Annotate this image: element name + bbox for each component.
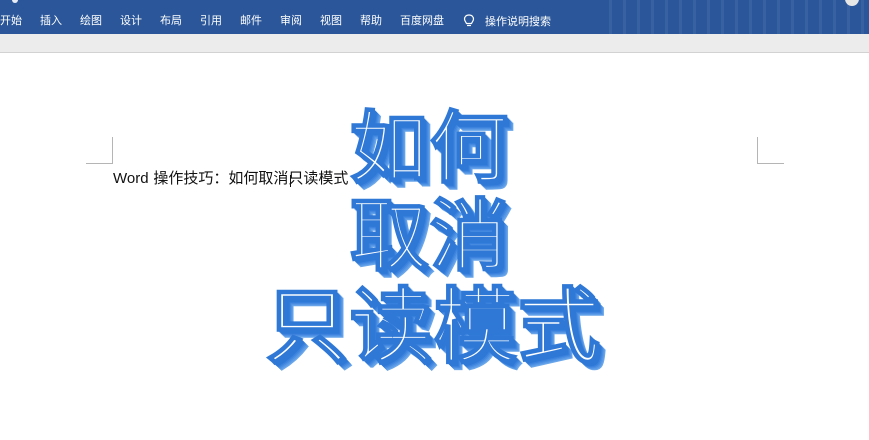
text-cursor [290,175,291,187]
tab-references[interactable]: 引用 [191,12,231,30]
tab-home[interactable]: 开始 [0,12,31,30]
margin-corner-top-right [757,137,784,164]
margin-corner-top-left [86,137,113,164]
tab-baidu-netdisk[interactable]: 百度网盘 [391,12,453,30]
ribbon: 开始 插入 绘图 设计 布局 引用 邮件 审阅 视图 帮助 百度网盘 操作说明搜… [0,0,869,34]
document-body-text[interactable]: Word 操作技巧：如何取消只读模式 [113,167,348,188]
tab-review[interactable]: 审阅 [271,12,311,30]
tab-view[interactable]: 视图 [311,12,351,30]
document-page[interactable]: Word 操作技巧：如何取消只读模式 [0,53,869,440]
quick-access-icon[interactable] [12,0,18,3]
tell-me-label: 操作说明搜索 [485,15,551,28]
ribbon-tabs: 开始 插入 绘图 设计 布局 引用 邮件 审阅 视图 帮助 百度网盘 操作说明搜… [0,12,551,30]
tab-layout[interactable]: 布局 [151,12,191,30]
tab-design[interactable]: 设计 [111,12,151,30]
tab-help[interactable]: 帮助 [351,12,391,30]
tab-mailings[interactable]: 邮件 [231,12,271,30]
title-bar [0,0,869,6]
tab-draw[interactable]: 绘图 [71,12,111,30]
document-text-latin: Word [113,170,149,187]
ribbon-toolbar-area [0,34,869,53]
tab-insert[interactable]: 插入 [31,12,71,30]
document-text-body: 操作技巧：如何取消只读模式 [148,169,349,187]
tell-me-search[interactable]: 操作说明搜索 [463,13,551,29]
avatar[interactable] [845,0,859,6]
lightbulb-icon [463,14,475,27]
